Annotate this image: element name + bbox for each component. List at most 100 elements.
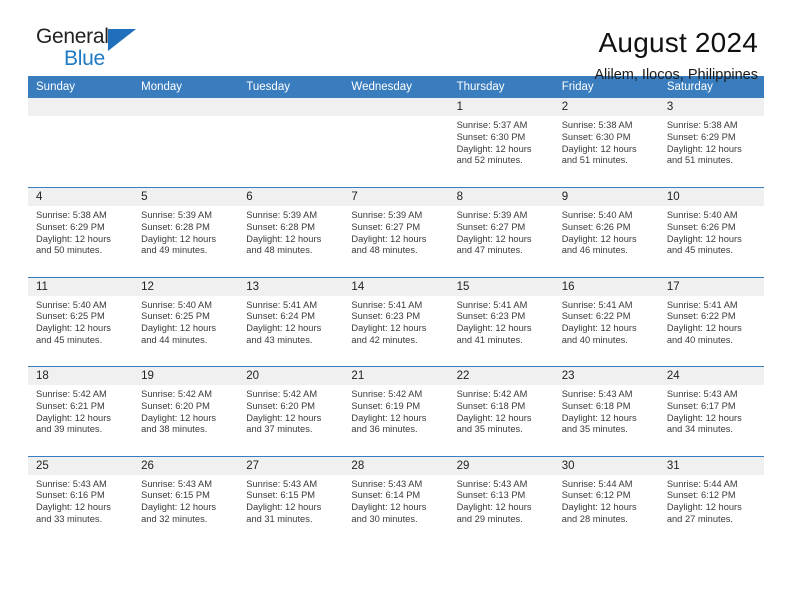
daylight-duration-line1: Daylight: 12 hours xyxy=(141,502,217,513)
calendar-day-cell[interactable]: 23 Sunrise: 5:43 AM Sunset: 6:18 PM Dayligh… xyxy=(553,366,659,456)
day-number: 9 xyxy=(553,188,659,206)
calendar-day-cell[interactable]: 5 Sunrise: 5:39 AM Sunset: 6:28 PM Daylight… xyxy=(133,187,239,277)
weekday-header-tuesday: Tuesday xyxy=(238,76,344,98)
calendar-day-cell[interactable]: 2 Sunrise: 5:38 AM Sunset: 6:30 PM Daylight… xyxy=(553,98,659,188)
calendar-day-cell[interactable]: 20 Sunrise: 5:42 AM Sunset: 6:20 PM Dayligh… xyxy=(238,366,344,456)
sunset-time: Sunset: 6:29 PM xyxy=(36,221,105,232)
day-number: 24 xyxy=(658,367,764,385)
calendar-day-cell[interactable]: 30 Sunrise: 5:44 AM Sunset: 6:12 PM Dayligh… xyxy=(553,455,659,546)
day-sun-info: Sunrise: 5:42 AM Sunset: 6:18 PM Daylight:… xyxy=(449,385,554,436)
sunrise-time: Sunrise: 5:44 AM xyxy=(561,478,633,489)
calendar-day-cell[interactable]: 10 Sunrise: 5:40 AM Sunset: 6:26 PM Dayligh… xyxy=(658,187,764,277)
day-number: 20 xyxy=(238,367,344,385)
sunset-time: Sunset: 6:15 PM xyxy=(246,490,316,501)
calendar-day-cell[interactable]: 27 Sunrise: 5:43 AM Sunset: 6:15 PM Dayligh… xyxy=(238,455,344,546)
daylight-duration-line2: and 41 minutes. xyxy=(456,334,523,345)
calendar-day-cell[interactable]: 25 Sunrise: 5:43 AM Sunset: 6:16 PM Dayligh… xyxy=(28,455,134,546)
daylight-duration-line1: Daylight: 12 hours xyxy=(141,233,217,244)
day-number: 23 xyxy=(553,367,659,385)
daylight-duration-line1: Daylight: 12 hours xyxy=(666,502,742,513)
calendar-day-cell[interactable]: 12 Sunrise: 5:40 AM Sunset: 6:25 PM Dayligh… xyxy=(133,276,239,367)
sunrise-time: Sunrise: 5:39 AM xyxy=(141,210,212,220)
calendar-day-cell[interactable]: 31 Sunrise: 5:44 AM Sunset: 6:12 PM Dayligh… xyxy=(658,455,764,546)
calendar-week-row: 4 Sunrise: 5:38 AM Sunset: 6:29 PM Daylight… xyxy=(28,187,764,277)
sunrise-time: Sunrise: 5:39 AM xyxy=(456,210,528,220)
day-sun-info: Sunrise: 5:40 AM Sunset: 6:26 PM Daylight:… xyxy=(554,206,659,257)
day-number: 12 xyxy=(133,277,239,296)
day-number: 25 xyxy=(28,456,134,475)
calendar-day-cell[interactable]: 19 Sunrise: 5:42 AM Sunset: 6:20 PM Dayligh… xyxy=(133,366,239,456)
daylight-duration-line2: and 40 minutes. xyxy=(561,334,628,345)
daylight-duration-line1: Daylight: 12 hours xyxy=(36,502,111,513)
day-sun-info: Sunrise: 5:44 AM Sunset: 6:12 PM Daylight:… xyxy=(659,475,764,526)
daylight-duration-line1: Daylight: 12 hours xyxy=(141,323,217,334)
sunset-time: Sunset: 6:23 PM xyxy=(456,311,526,322)
day-sun-info: Sunrise: 5:41 AM Sunset: 6:23 PM Daylight:… xyxy=(343,296,448,347)
calendar-day-cell[interactable]: 6 Sunrise: 5:39 AM Sunset: 6:28 PM Daylight… xyxy=(238,187,344,277)
calendar-day-cell[interactable]: 13 Sunrise: 5:41 AM Sunset: 6:24 PM Dayligh… xyxy=(238,276,344,367)
day-sun-info: Sunrise: 5:43 AM Sunset: 6:18 PM Daylight:… xyxy=(554,385,659,436)
calendar-day-cell[interactable]: 26 Sunrise: 5:43 AM Sunset: 6:15 PM Dayligh… xyxy=(133,455,239,546)
daylight-duration-line2: and 50 minutes. xyxy=(36,245,103,256)
day-number: 17 xyxy=(658,277,764,296)
day-number: 22 xyxy=(448,367,554,385)
calendar-day-cell[interactable]: 24 Sunrise: 5:43 AM Sunset: 6:17 PM Dayligh… xyxy=(658,366,764,456)
day-sun-info: Sunrise: 5:43 AM Sunset: 6:15 PM Daylight:… xyxy=(238,475,343,526)
calendar-day-cell[interactable]: 22 Sunrise: 5:42 AM Sunset: 6:18 PM Dayligh… xyxy=(448,366,554,456)
calendar-day-cell[interactable]: 9 Sunrise: 5:40 AM Sunset: 6:26 PM Daylight… xyxy=(553,187,659,277)
day-sun-info: Sunrise: 5:39 AM Sunset: 6:28 PM Daylight:… xyxy=(238,206,343,257)
daylight-duration-line2: and 33 minutes. xyxy=(36,513,103,524)
day-sun-info: Sunrise: 5:43 AM Sunset: 6:14 PM Daylight:… xyxy=(343,475,448,526)
sunset-time: Sunset: 6:29 PM xyxy=(666,131,736,142)
calendar-day-cell[interactable]: 7 Sunrise: 5:39 AM Sunset: 6:27 PM Daylight… xyxy=(343,187,449,277)
sunrise-time: Sunrise: 5:43 AM xyxy=(141,478,212,489)
day-number: 29 xyxy=(448,456,554,475)
sunset-time: Sunset: 6:25 PM xyxy=(141,311,210,322)
daylight-duration-line1: Daylight: 12 hours xyxy=(36,323,111,334)
sunset-time: Sunset: 6:18 PM xyxy=(456,400,526,411)
calendar-day-cell[interactable]: 11 Sunrise: 5:40 AM Sunset: 6:25 PM Dayligh… xyxy=(28,276,134,367)
calendar-day-cell[interactable]: 16 Sunrise: 5:41 AM Sunset: 6:22 PM Dayligh… xyxy=(553,276,659,367)
sunset-time: Sunset: 6:20 PM xyxy=(141,400,210,411)
day-sun-info: Sunrise: 5:40 AM Sunset: 6:25 PM Daylight:… xyxy=(28,296,133,347)
day-sun-info: Sunrise: 5:39 AM Sunset: 6:27 PM Daylight:… xyxy=(449,206,554,257)
calendar-day-cell[interactable]: 3 Sunrise: 5:38 AM Sunset: 6:29 PM Daylight… xyxy=(658,98,764,188)
daylight-duration-line1: Daylight: 12 hours xyxy=(246,502,322,513)
calendar-day-cell[interactable]: 1 Sunrise: 5:37 AM Sunset: 6:30 PM Daylight… xyxy=(448,98,554,188)
sunrise-time: Sunrise: 5:41 AM xyxy=(351,299,423,310)
calendar-day-cell[interactable]: 4 Sunrise: 5:38 AM Sunset: 6:29 PM Daylight… xyxy=(28,187,134,277)
calendar-day-cell[interactable]: 28 Sunrise: 5:43 AM Sunset: 6:14 PM Dayligh… xyxy=(343,455,449,546)
page-title: August 2024 xyxy=(598,27,758,58)
calendar-day-cell[interactable]: 14 Sunrise: 5:41 AM Sunset: 6:23 PM Dayligh… xyxy=(343,276,449,367)
daylight-duration-line2: and 49 minutes. xyxy=(141,245,208,256)
day-sun-info: Sunrise: 5:43 AM Sunset: 6:15 PM Daylight:… xyxy=(133,475,238,526)
sunrise-time: Sunrise: 5:41 AM xyxy=(666,299,738,310)
day-sun-info: Sunrise: 5:39 AM Sunset: 6:27 PM Daylight:… xyxy=(343,206,448,257)
day-sun-info: Sunrise: 5:37 AM Sunset: 6:30 PM Daylight:… xyxy=(449,116,554,167)
day-number: 18 xyxy=(28,367,134,385)
daylight-duration-line1: Daylight: 12 hours xyxy=(456,323,532,334)
sunrise-time: Sunrise: 5:43 AM xyxy=(351,478,423,489)
calendar-day-cell[interactable]: 17 Sunrise: 5:41 AM Sunset: 6:22 PM Dayligh… xyxy=(658,276,764,367)
day-sun-info: Sunrise: 5:43 AM Sunset: 6:16 PM Daylight:… xyxy=(28,475,133,526)
sunset-time: Sunset: 6:21 PM xyxy=(36,400,105,411)
calendar-week-row: 18 Sunrise: 5:42 AM Sunset: 6:21 PM Dayligh… xyxy=(28,366,764,456)
daylight-duration-line1: Daylight: 12 hours xyxy=(666,323,742,334)
daylight-duration-line1: Daylight: 12 hours xyxy=(246,233,322,244)
daylight-duration-line2: and 43 minutes. xyxy=(246,334,313,345)
generalblue-logo[interactable]: General Blue xyxy=(28,26,148,74)
logo-text-blue: Blue xyxy=(64,47,105,70)
day-number: 16 xyxy=(553,277,659,296)
daylight-duration-line1: Daylight: 12 hours xyxy=(666,143,742,154)
calendar-day-cell[interactable]: 29 Sunrise: 5:43 AM Sunset: 6:13 PM Dayligh… xyxy=(448,455,554,546)
calendar-week-row: 1 Sunrise: 5:37 AM Sunset: 6:30 PM Daylight… xyxy=(28,98,764,188)
weekday-header-thursday: Thursday xyxy=(448,76,554,98)
sunset-time: Sunset: 6:26 PM xyxy=(666,221,736,232)
daylight-duration-line2: and 47 minutes. xyxy=(456,245,523,256)
calendar-day-cell[interactable]: 15 Sunrise: 5:41 AM Sunset: 6:23 PM Dayligh… xyxy=(448,276,554,367)
calendar-day-cell[interactable]: 18 Sunrise: 5:42 AM Sunset: 6:21 PM Dayligh… xyxy=(28,366,134,456)
day-number: 21 xyxy=(343,367,449,385)
day-number: 2 xyxy=(553,98,659,116)
calendar-day-cell[interactable]: 8 Sunrise: 5:39 AM Sunset: 6:27 PM Daylight… xyxy=(448,187,554,277)
calendar-day-cell[interactable]: 21 Sunrise: 5:42 AM Sunset: 6:19 PM Dayligh… xyxy=(343,366,449,456)
